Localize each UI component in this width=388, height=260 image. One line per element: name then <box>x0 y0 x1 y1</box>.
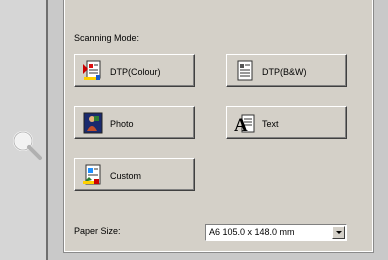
paper-size-label: Paper Size: <box>74 226 121 236</box>
dtp-bw-label: DTP(B&W) <box>262 67 307 77</box>
custom-button[interactable]: Custom <box>74 158 195 191</box>
photo-label: Photo <box>110 119 134 129</box>
dtp-colour-label: DTP(Colour) <box>110 67 161 77</box>
svg-text:A: A <box>234 115 248 134</box>
scan-panel: Scanning Mode: DTP(Colour) DTP(B&W) Phot… <box>63 0 374 253</box>
dtp-colour-icon <box>83 60 101 80</box>
scanning-mode-label: Scanning Mode: <box>74 33 140 43</box>
chevron-down-icon[interactable] <box>332 226 345 239</box>
paper-size-value: A6 105.0 x 148.0 mm <box>209 227 295 237</box>
custom-icon <box>83 164 101 185</box>
dtp-colour-button[interactable]: DTP(Colour) <box>74 54 195 87</box>
photo-button[interactable]: Photo <box>74 106 195 139</box>
paper-size-select[interactable]: A6 105.0 x 148.0 mm <box>205 224 347 241</box>
text-label: Text <box>262 119 279 129</box>
dtp-bw-button[interactable]: DTP(B&W) <box>226 54 347 87</box>
custom-label: Custom <box>110 171 142 181</box>
magnifier-icon <box>13 131 42 160</box>
photo-icon <box>83 112 103 134</box>
text-button[interactable]: A Text <box>226 106 347 139</box>
dtp-bw-icon <box>237 60 253 81</box>
text-icon: A <box>234 114 255 134</box>
